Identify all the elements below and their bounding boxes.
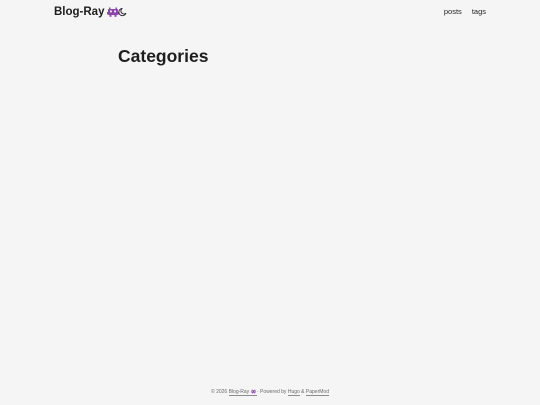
alien-monster-icon xyxy=(250,389,256,394)
footer-amp: & xyxy=(301,389,305,395)
footer-site-link-label: Blog-Ray xyxy=(228,389,250,395)
site-header: Blog-Ray posts tags xyxy=(0,0,540,26)
main-nav: posts tags xyxy=(444,7,486,17)
nav-link-tags[interactable]: tags xyxy=(472,7,486,17)
footer-hugo-link[interactable]: Hugo xyxy=(287,389,300,396)
footer-copyright: © 2026 xyxy=(211,389,228,395)
site-logo-link[interactable]: Blog-Ray xyxy=(54,5,120,19)
moon-icon[interactable] xyxy=(118,7,128,17)
footer-papermod-link[interactable]: PaperMod xyxy=(305,389,329,396)
footer-site-link[interactable]: Blog-Ray xyxy=(228,389,257,396)
footer-powered-by: Powered by xyxy=(260,389,287,395)
page-title: Categories xyxy=(118,46,209,66)
site-title: Blog-Ray xyxy=(54,6,105,18)
nav-link-posts[interactable]: posts xyxy=(444,7,462,17)
site-footer: © 2026 Blog-Ray · Powered by Hugo & Pape… xyxy=(0,388,540,396)
